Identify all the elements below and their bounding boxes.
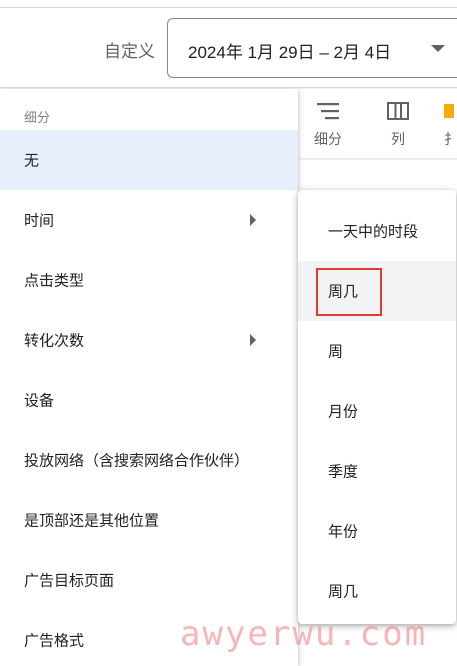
menu-item-device[interactable]: 设备 — [0, 370, 298, 430]
submenu-item-label: 周 — [328, 343, 344, 361]
submenu-item-year[interactable]: 年份 — [298, 501, 456, 561]
segment-tool-button[interactable]: 细分 — [306, 99, 350, 149]
time-submenu: 一天中的时段 周几 周 月份 季度 年份 周几 — [298, 190, 456, 624]
submenu-item-label: 季度 — [328, 463, 359, 481]
submenu-item-hour-of-day[interactable]: 一天中的时段 — [298, 201, 456, 261]
custom-range-label: 自定义 — [104, 42, 155, 61]
menu-item-label: 广告目标页面 — [24, 572, 115, 590]
menu-item-label: 无 — [24, 152, 40, 170]
menu-item-conversions[interactable]: 转化次数 — [0, 310, 298, 370]
submenu-item-day-of-week[interactable]: 周几 — [298, 261, 456, 321]
menu-item-landing-page[interactable]: 广告目标页面 — [0, 550, 298, 610]
submenu-item-label: 周几 — [328, 583, 359, 601]
segment-menu: 细分 无 时间 点击类型 转化次数 设备 投放网络（含搜索网络合作伙伴） 是顶部… — [0, 89, 298, 666]
menu-item-label: 投放网络（含搜索网络合作伙伴） — [24, 452, 250, 470]
submenu-item-label: 周几 — [328, 283, 359, 301]
chevron-down-icon — [431, 45, 445, 52]
menu-item-time[interactable]: 时间 — [0, 190, 298, 250]
watermark: awyerwu.com — [180, 614, 428, 654]
segment-menu-header: 细分 — [24, 110, 51, 125]
menu-item-label: 转化次数 — [24, 332, 85, 350]
top-strip — [0, 0, 457, 8]
menu-item-click-type[interactable]: 点击类型 — [0, 250, 298, 310]
submenu-item-label: 月份 — [328, 403, 359, 421]
submenu-item-quarter[interactable]: 季度 — [298, 441, 456, 501]
segment-tool-label: 细分 — [314, 131, 342, 147]
menu-item-top-vs-other[interactable]: 是顶部还是其他位置 — [0, 490, 298, 550]
chevron-right-icon — [250, 214, 256, 226]
columns-tool-button[interactable]: 列 — [376, 99, 420, 149]
menu-item-label: 点击类型 — [24, 272, 85, 290]
submenu-item-label: 年份 — [328, 523, 359, 541]
columns-tool-label: 列 — [391, 131, 405, 147]
submenu-item-label: 一天中的时段 — [328, 223, 419, 241]
date-range-value: 2024年 1月 29日 – 2月 4日 — [188, 43, 392, 62]
toolbar: 细分 列 扌 — [298, 89, 457, 159]
menu-item-label: 设备 — [24, 392, 55, 410]
segment-icon — [306, 99, 350, 123]
filter-icon — [436, 99, 457, 123]
more-tool-label: 扌 — [444, 131, 457, 147]
submenu-item-day-of-week-2[interactable]: 周几 — [298, 561, 456, 621]
menu-item-label: 时间 — [24, 212, 55, 230]
menu-item-label: 广告格式 — [24, 632, 85, 650]
menu-item-network[interactable]: 投放网络（含搜索网络合作伙伴） — [0, 430, 298, 490]
date-range-dropdown[interactable]: 2024年 1月 29日 – 2月 4日 — [167, 18, 457, 78]
chevron-right-icon — [250, 334, 256, 346]
menu-item-none[interactable]: 无 — [0, 130, 298, 190]
date-header: 自定义 2024年 1月 29日 – 2月 4日 — [0, 8, 457, 88]
menu-item-label: 是顶部还是其他位置 — [24, 512, 160, 530]
submenu-item-week[interactable]: 周 — [298, 321, 456, 381]
submenu-item-month[interactable]: 月份 — [298, 381, 456, 441]
more-tool-button[interactable]: 扌 — [436, 99, 457, 149]
columns-icon — [376, 99, 420, 123]
